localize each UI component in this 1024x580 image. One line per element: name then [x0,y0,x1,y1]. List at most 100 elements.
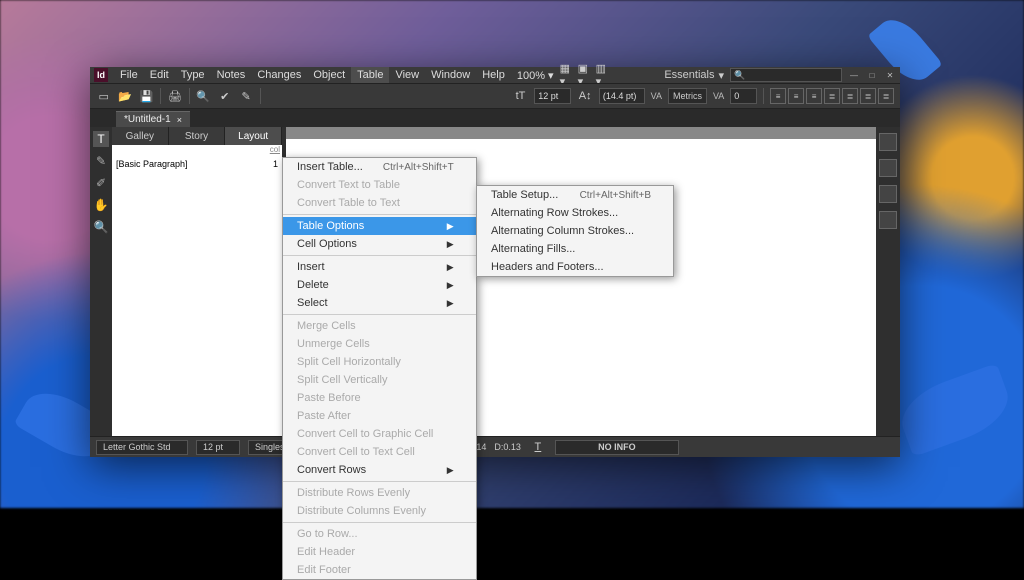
document-tab-title: *Untitled-1 [124,114,171,125]
menu-item-split-cell-vertically: Split Cell Vertically [283,371,476,389]
align-center-button[interactable]: ≡ [788,88,804,104]
info-icon: T [529,438,547,456]
app-window: Id FileEditTypeNotesChangesObjectTableVi… [90,67,900,457]
note-tool-icon[interactable]: ✎ [93,153,109,169]
menu-object[interactable]: Object [307,67,351,83]
panel-tab-galley[interactable]: Galley [112,127,169,145]
document-tab-close-icon[interactable]: × [177,115,182,125]
submenu-item-headers-and-footers[interactable]: Headers and Footers... [477,258,673,276]
kerning-field[interactable]: Metrics [668,88,707,104]
menu-item-convert-text-to-table: Convert Text to Table [283,176,476,194]
menu-type[interactable]: Type [175,67,211,83]
menu-item-distribute-columns-evenly: Distribute Columns Evenly [283,502,476,520]
tool-strip: T ✎ ✐ ✋ 🔍 [90,127,112,436]
panel-tabs: GalleyStoryLayout [112,127,282,145]
status-font-field[interactable]: Letter Gothic Std [96,440,188,455]
menu-item-distribute-rows-evenly: Distribute Rows Evenly [283,484,476,502]
font-size-field[interactable]: 12 pt [534,88,571,104]
align-buttons: ≡ ≡ ≡ ≣ ≣ ≣ ≣ [770,88,894,104]
justify-last-left-button[interactable]: ≣ [842,88,858,104]
find-icon[interactable]: 🔍 [196,87,211,105]
spellcheck-icon[interactable]: ✔ [217,87,232,105]
menu-edit[interactable]: Edit [144,67,175,83]
justify-last-right-button[interactable]: ≣ [878,88,894,104]
hand-tool-icon[interactable]: ✋ [93,197,109,213]
panel-row-number: 1 [273,159,278,169]
tracking-field[interactable]: 0 [730,88,757,104]
menu-item-insert[interactable]: Insert▶ [283,258,476,276]
canvas-ruler [286,127,876,139]
menu-item-edit-header: Edit Header [283,543,476,561]
changes-icon[interactable]: ✎ [238,87,253,105]
menu-notes[interactable]: Notes [211,67,252,83]
leading-icon: A↕ [577,87,592,105]
align-left-button[interactable]: ≡ [770,88,786,104]
justify-button[interactable]: ≣ [824,88,840,104]
menu-item-convert-cell-to-graphic-cell: Convert Cell to Graphic Cell [283,425,476,443]
menu-item-merge-cells: Merge Cells [283,317,476,335]
open-icon[interactable]: 📂 [117,87,132,105]
tracking-label: VA [713,91,724,101]
submenu-item-table-setup[interactable]: Table Setup...Ctrl+Alt+Shift+B [477,186,673,204]
print-icon[interactable]: 🖨 [167,87,182,105]
submenu-item-alternating-fills[interactable]: Alternating Fills... [477,240,673,258]
menu-item-unmerge-cells: Unmerge Cells [283,335,476,353]
panel-tab-story[interactable]: Story [169,127,226,145]
menu-table[interactable]: Table [351,67,389,83]
type-tool-icon[interactable]: T [93,131,109,147]
workspace-switcher[interactable]: Essentials ▾ [664,69,724,82]
document-tab-strip: *Untitled-1 × [90,109,900,127]
maximize-button[interactable]: □ [866,70,878,80]
justify-last-center-button[interactable]: ≣ [860,88,876,104]
arrange-icon[interactable]: ▥ ▾ [596,66,614,84]
menu-item-go-to-row: Go to Row... [283,525,476,543]
menu-item-insert-table[interactable]: Insert Table...Ctrl+Alt+Shift+T [283,158,476,176]
save-icon[interactable]: 💾 [139,87,154,105]
menu-item-paste-before: Paste Before [283,389,476,407]
panel-toggle-icon[interactable]: ▭ [96,87,111,105]
panel-icon[interactable] [879,211,897,229]
zoom-tool-icon[interactable]: 🔍 [93,219,109,235]
submenu-item-alternating-row-strokes[interactable]: Alternating Row Strokes... [477,204,673,222]
control-panel: ▭ 📂 💾 🖨 🔍 ✔ ✎ tT 12 pt A↕ (14.4 pt) VA M… [90,83,900,109]
search-input[interactable]: 🔍 [730,68,842,82]
menu-changes[interactable]: Changes [251,67,307,83]
panel-column-heading: col [270,145,280,154]
workspace-body: T ✎ ✐ ✋ 🔍 GalleyStoryLayout col [Basic P… [90,127,900,436]
panel-content[interactable]: col [Basic Paragraph] 1 [112,145,282,436]
screen-mode-icon[interactable]: ▣ ▾ [578,66,596,84]
panel-icon[interactable] [879,133,897,151]
menu-window[interactable]: Window [425,67,476,83]
align-right-button[interactable]: ≡ [806,88,822,104]
menu-item-edit-footer: Edit Footer [283,561,476,579]
menu-view[interactable]: View [389,67,425,83]
menu-file[interactable]: File [114,67,144,83]
panel-icon[interactable] [879,159,897,177]
view-mode-icon[interactable]: ▦ ▾ [560,66,578,84]
menu-item-convert-rows[interactable]: Convert Rows▶ [283,461,476,479]
menu-item-cell-options[interactable]: Cell Options▶ [283,235,476,253]
menu-item-delete[interactable]: Delete▶ [283,276,476,294]
panel-icon[interactable] [879,185,897,203]
leading-field[interactable]: (14.4 pt) [599,88,645,104]
kerning-label: VA [651,91,662,101]
panel-tab-layout[interactable]: Layout [225,127,282,145]
submenu-item-alternating-column-strokes[interactable]: Alternating Column Strokes... [477,222,673,240]
right-panel-strip [876,127,900,436]
menu-item-convert-table-to-text: Convert Table to Text [283,194,476,212]
status-size-field[interactable]: 12 pt [196,440,240,455]
status-info-field[interactable]: NO INFO [555,440,679,455]
type-scale-icon: tT [513,87,528,105]
table-options-submenu: Table Setup...Ctrl+Alt+Shift+BAlternatin… [476,185,674,277]
close-button[interactable]: ✕ [884,70,896,80]
menu-help[interactable]: Help [476,67,511,83]
menu-item-convert-cell-to-text-cell: Convert Cell to Text Cell [283,443,476,461]
document-tab[interactable]: *Untitled-1 × [116,111,190,127]
zoom-level[interactable]: 100% ▾ [511,67,560,84]
menu-item-table-options[interactable]: Table Options▶ [283,217,476,235]
eyedropper-tool-icon[interactable]: ✐ [93,175,109,191]
minimize-button[interactable]: — [848,70,860,80]
menu-bar: Id FileEditTypeNotesChangesObjectTableVi… [90,67,900,83]
menu-item-select[interactable]: Select▶ [283,294,476,312]
menu-item-paste-after: Paste After [283,407,476,425]
